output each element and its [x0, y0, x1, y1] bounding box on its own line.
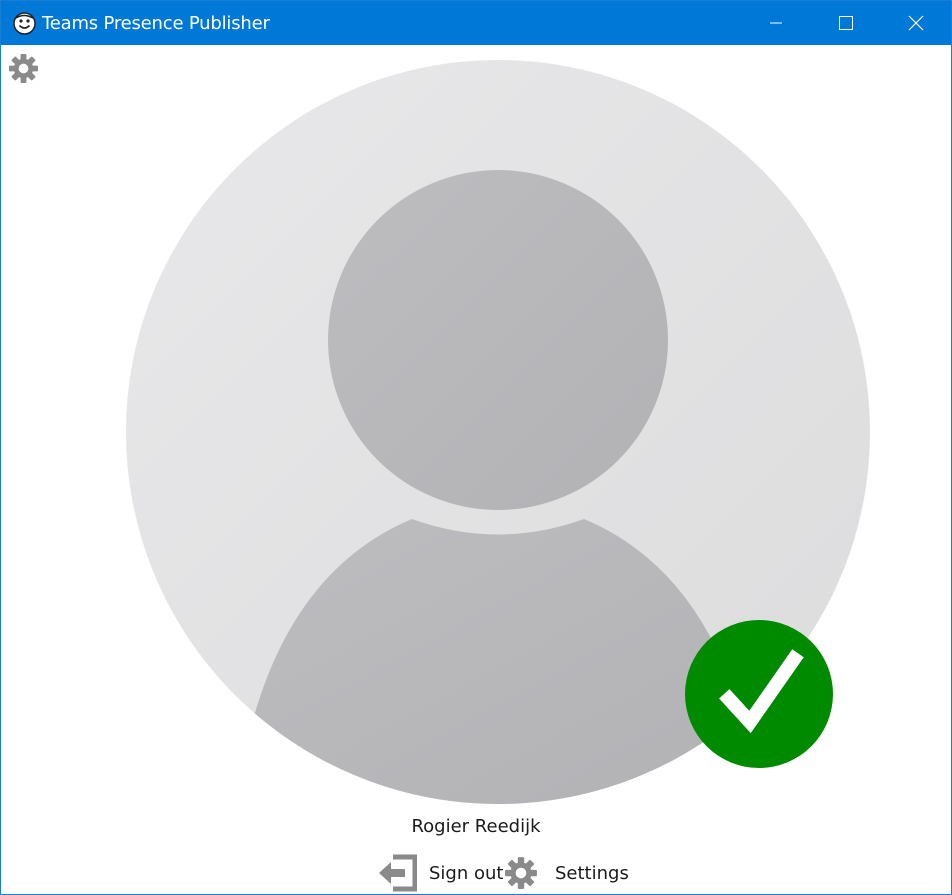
maximize-icon: [839, 16, 853, 30]
sign-out-button[interactable]: Sign out: [377, 853, 503, 893]
maximize-button[interactable]: [811, 1, 881, 45]
close-icon: [908, 15, 924, 31]
sign-out-arrow-icon: [379, 854, 417, 892]
app-window: Teams Presence Publisher Rogier Reedijk …: [0, 0, 952, 895]
minimize-button[interactable]: [741, 1, 811, 45]
sign-out-label: Sign out: [429, 862, 504, 884]
settings-button[interactable]: Settings: [504, 853, 629, 893]
window-title: Teams Presence Publisher: [42, 13, 270, 34]
title-bar[interactable]: Teams Presence Publisher: [1, 1, 951, 45]
minimize-icon: [770, 22, 782, 24]
status-available-badge: [685, 620, 833, 768]
gear-icon[interactable]: [8, 53, 39, 84]
user-name: Rogier Reedijk: [411, 816, 541, 837]
main-content: Rogier Reedijk Sign out Settings: [1, 45, 951, 894]
gear-icon: [505, 857, 537, 889]
smiley-face-icon: [13, 12, 36, 35]
close-button[interactable]: [881, 1, 951, 45]
settings-label: Settings: [555, 862, 629, 884]
action-bar: Sign out Settings: [1, 853, 951, 893]
